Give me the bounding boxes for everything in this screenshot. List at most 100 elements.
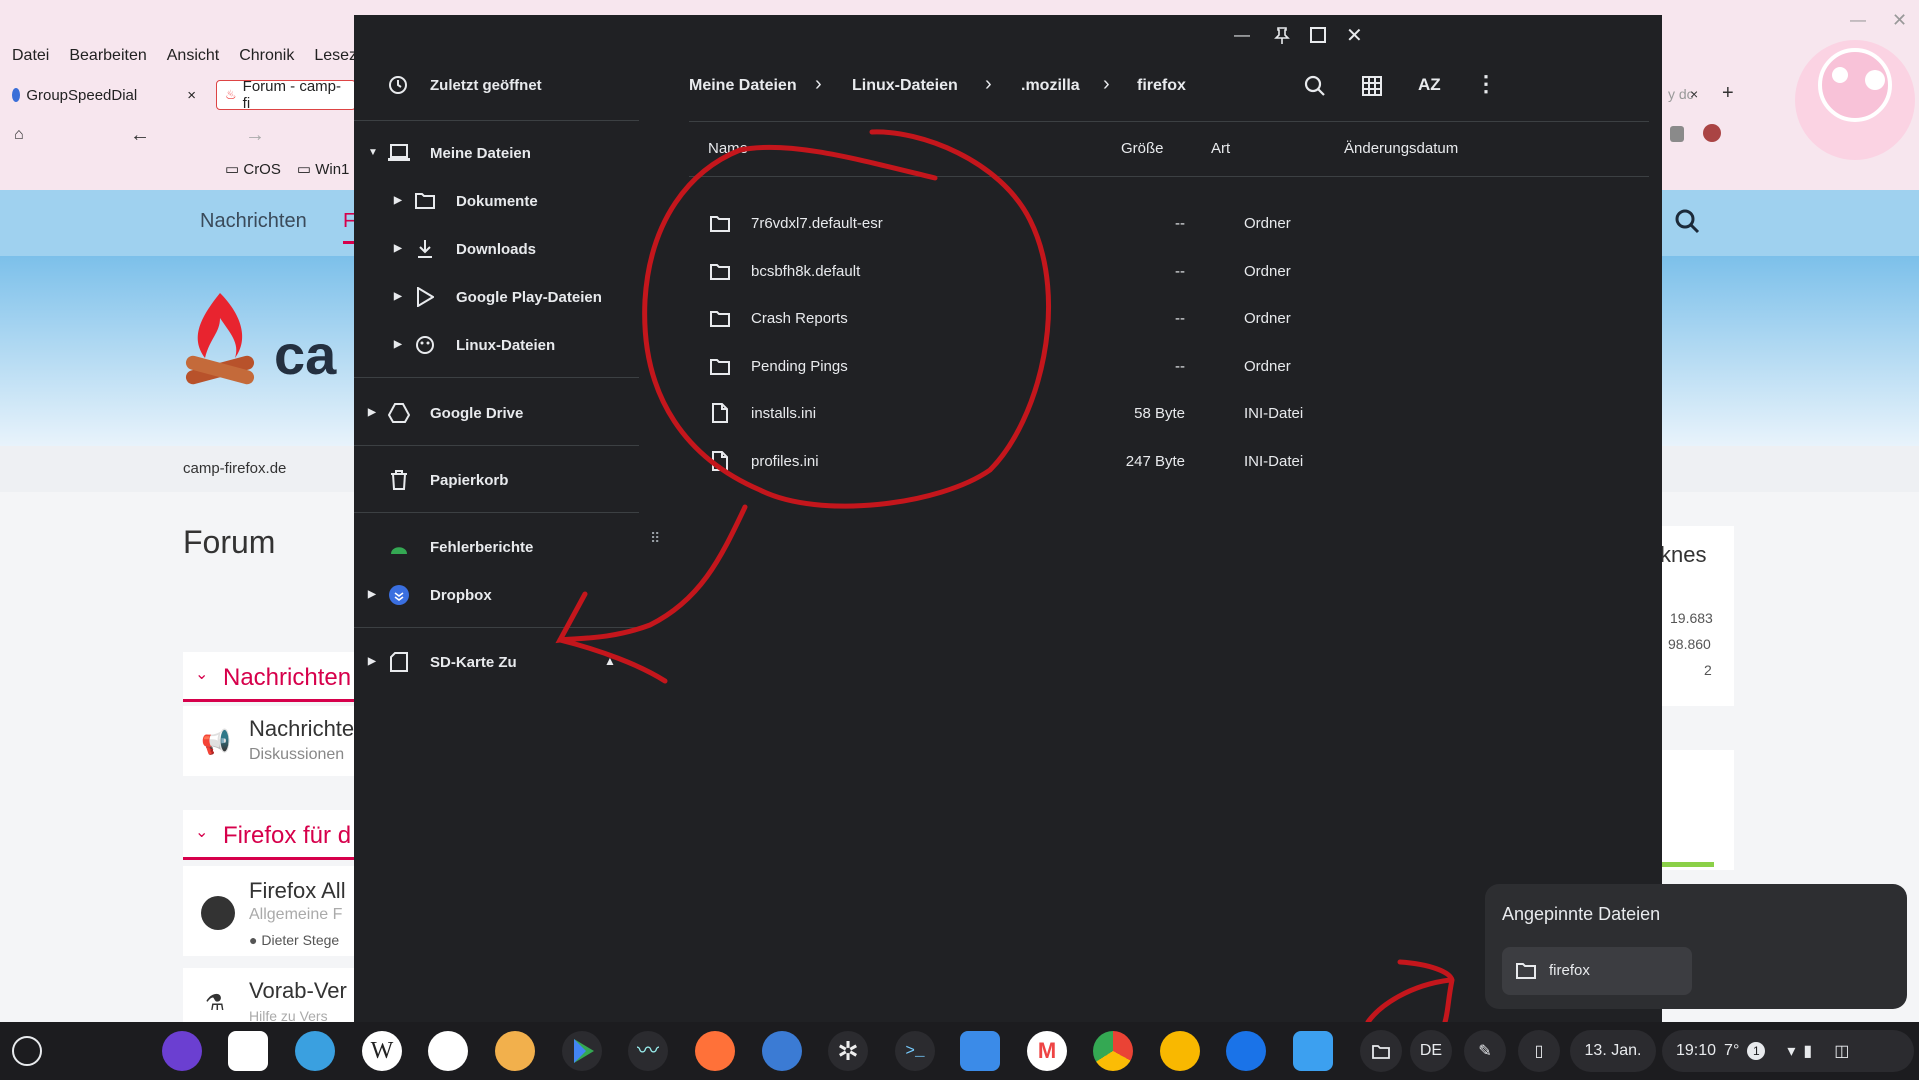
files-app-icon[interactable] bbox=[1293, 1031, 1333, 1071]
nav-nachrichten[interactable]: Nachrichten bbox=[200, 210, 307, 233]
terminal-icon[interactable]: >_ bbox=[895, 1031, 935, 1071]
chrome-icon[interactable] bbox=[1093, 1031, 1133, 1071]
sidebar-item-play-files[interactable]: ▶ Google Play-Dateien bbox=[354, 277, 639, 317]
breadcrumb-link[interactable]: camp-firefox.de bbox=[183, 460, 286, 477]
search-icon[interactable] bbox=[1674, 208, 1700, 239]
firefox-icon bbox=[201, 896, 235, 930]
category-nachrichten[interactable]: ⌄ Nachrichten bbox=[183, 652, 363, 702]
file-type: INI-Datei bbox=[1244, 405, 1304, 422]
date-indicator[interactable]: 13. Jan. bbox=[1570, 1030, 1656, 1072]
shield-icon[interactable] bbox=[1670, 126, 1684, 142]
thunderbird-icon[interactable] bbox=[762, 1031, 802, 1071]
breadcrumb-linux-files[interactable]: Linux-Dateien bbox=[852, 77, 958, 95]
play-store-icon[interactable] bbox=[562, 1031, 602, 1071]
board-author[interactable]: ● Dieter Stege bbox=[249, 932, 339, 948]
category-firefox[interactable]: ⌄ Firefox für d bbox=[183, 810, 363, 860]
launcher-icon[interactable] bbox=[12, 1036, 42, 1066]
column-header-type[interactable]: Art bbox=[1211, 140, 1230, 157]
status-area[interactable]: 19:10 7° 1 ▾ ▮ ◫ bbox=[1662, 1030, 1914, 1072]
firefox-icon[interactable] bbox=[695, 1031, 735, 1071]
ime-indicator[interactable]: DE bbox=[1410, 1030, 1452, 1072]
column-header-modified[interactable]: Änderungsdatum bbox=[1344, 140, 1458, 157]
linux-penguin-icon bbox=[416, 336, 434, 354]
sidebar-card bbox=[1660, 750, 1734, 870]
eject-icon[interactable]: ▲ bbox=[604, 654, 616, 668]
tab-close-icon[interactable]: × bbox=[187, 87, 196, 104]
bookmark-cros[interactable]: ▭ CrOS bbox=[225, 160, 281, 178]
new-tab-button[interactable]: + bbox=[1722, 82, 1734, 105]
sidebar-item-dokumente[interactable]: ▶ Dokumente bbox=[354, 181, 639, 221]
search-icon[interactable] bbox=[1304, 75, 1326, 97]
sidebar-item-google-drive[interactable]: ▶ Google Drive bbox=[354, 393, 639, 433]
menu-lesezeichen[interactable]: Lesez bbox=[314, 44, 357, 68]
chevron-right-icon: ▶ bbox=[394, 195, 402, 206]
board-title[interactable]: Firefox All bbox=[249, 878, 346, 904]
wifi-icon: ▾ bbox=[1787, 1043, 1796, 1060]
stocks-icon[interactable]: 〰 bbox=[628, 1031, 668, 1071]
calendar-icon[interactable] bbox=[228, 1031, 268, 1071]
breadcrumb-mozilla[interactable]: .mozilla bbox=[1021, 77, 1080, 95]
contacts-icon[interactable] bbox=[1226, 1031, 1266, 1071]
back-icon[interactable]: ← bbox=[130, 124, 150, 147]
board-card[interactable]: Firefox All Allgemeine F ● Dieter Stege bbox=[183, 866, 363, 956]
tray-folder-icon[interactable] bbox=[1360, 1030, 1402, 1072]
menu-datei[interactable]: Datei bbox=[12, 44, 49, 68]
file-row[interactable]: installs.ini 58 Byte INI-Datei bbox=[689, 391, 1649, 437]
more-options-icon[interactable]: ⋮ bbox=[1475, 71, 1497, 97]
grid-view-icon[interactable] bbox=[1362, 76, 1382, 96]
amazon-icon[interactable] bbox=[495, 1031, 535, 1071]
sidebar-resize-handle-icon[interactable]: ⠿ bbox=[650, 530, 660, 550]
menu-ansicht[interactable]: Ansicht bbox=[167, 44, 219, 68]
file-row[interactable]: profiles.ini 247 Byte INI-Datei bbox=[689, 439, 1649, 485]
tab-close-icon[interactable]: × bbox=[1690, 86, 1698, 102]
sort-icon[interactable]: AZ bbox=[1418, 75, 1441, 95]
column-header-size[interactable]: Größe bbox=[1121, 140, 1164, 157]
phone-hub-icon[interactable]: ▯ bbox=[1518, 1030, 1560, 1072]
messages-icon[interactable] bbox=[295, 1031, 335, 1071]
menu-bearbeiten[interactable]: Bearbeiten bbox=[69, 44, 146, 68]
aliexpress-icon[interactable] bbox=[428, 1031, 468, 1071]
file-row[interactable]: Pending Pings -- Ordner bbox=[689, 344, 1649, 390]
file-row[interactable]: Crash Reports -- Ordner bbox=[689, 296, 1649, 342]
sidebar-label: Papierkorb bbox=[430, 471, 509, 489]
extension-icon[interactable] bbox=[1703, 124, 1721, 142]
gmail-icon[interactable]: M bbox=[1027, 1031, 1067, 1071]
android-icon bbox=[391, 547, 407, 554]
file-row[interactable]: 7r6vdxl7.default-esr -- Ordner bbox=[689, 201, 1649, 247]
firefox-nightly-icon[interactable] bbox=[162, 1031, 202, 1071]
sidebar-item-recent[interactable]: Zuletzt geöffnet bbox=[354, 65, 639, 105]
sidebar-item-dropbox[interactable]: ▶ Dropbox bbox=[354, 575, 639, 615]
tab-forum[interactable]: ♨ Forum - camp-fi bbox=[216, 78, 356, 112]
tab-groupspeeddial[interactable]: GroupSpeedDial × bbox=[4, 80, 204, 110]
campfire-logo-icon bbox=[185, 293, 255, 385]
sidebar-item-downloads[interactable]: ▶ Downloads bbox=[354, 229, 639, 269]
stylus-icon[interactable]: ✎ bbox=[1464, 1030, 1506, 1072]
wikipedia-icon[interactable]: W bbox=[362, 1031, 402, 1071]
bookmark-win[interactable]: ▭ Win1 bbox=[297, 160, 350, 178]
sidebar-item-my-files[interactable]: ▼ Meine Dateien bbox=[354, 133, 639, 173]
sidebar-item-sd-card[interactable]: ▶ SD-Karte Zu ▲ bbox=[354, 642, 639, 682]
stat-value: 19.683 bbox=[1670, 610, 1713, 626]
board-card[interactable]: 📢 Nachrichte Diskussionen bbox=[183, 706, 363, 776]
statistics-card: knes 19.683 98.860 2 bbox=[1660, 526, 1734, 706]
breadcrumb-firefox[interactable]: firefox bbox=[1137, 77, 1186, 95]
column-header-name[interactable]: Name bbox=[708, 140, 748, 157]
forward-icon[interactable]: → bbox=[245, 124, 265, 147]
sidebar-item-trash[interactable]: Papierkorb bbox=[354, 460, 639, 500]
sidebar-item-linux-files[interactable]: ▶ Linux-Dateien bbox=[354, 325, 639, 365]
board-title[interactable]: Nachrichte bbox=[249, 716, 354, 742]
mastodon-icon[interactable]: ✲ bbox=[828, 1031, 868, 1071]
menu-chronik[interactable]: Chronik bbox=[239, 44, 294, 68]
window-close-icon[interactable]: ✕ bbox=[1892, 10, 1907, 31]
board-card[interactable]: ⚗ Vorab-Ver Hilfe zu Vers bbox=[183, 968, 363, 1028]
file-row[interactable]: bcsbfh8k.default -- Ordner bbox=[689, 249, 1649, 295]
pinned-item-firefox[interactable]: firefox bbox=[1502, 947, 1692, 995]
file-transfer-icon[interactable] bbox=[960, 1031, 1000, 1071]
chrome-canary-icon[interactable] bbox=[1160, 1031, 1200, 1071]
breadcrumb-my-files[interactable]: Meine Dateien bbox=[689, 77, 797, 95]
board-title[interactable]: Vorab-Ver bbox=[249, 978, 347, 1004]
home-icon[interactable]: ⌂ bbox=[14, 126, 24, 144]
sidebar-item-error-reports[interactable]: Fehlerberichte bbox=[354, 527, 639, 567]
window-minimize-icon[interactable]: — bbox=[1850, 12, 1866, 30]
bookmark-label: CrOS bbox=[243, 161, 281, 178]
